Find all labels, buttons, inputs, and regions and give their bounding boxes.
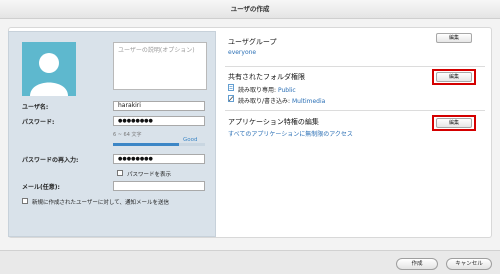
description-placeholder: ユーザーの説明(オプション) <box>118 47 195 54</box>
show-password-checkbox[interactable] <box>117 170 123 176</box>
shared-folders-edit-highlight <box>432 69 476 85</box>
read-only-value[interactable]: Public <box>278 87 296 94</box>
user-group-title: ユーザグループ <box>228 38 277 46</box>
cancel-button[interactable]: キャンセル <box>446 258 492 270</box>
password-confirm-label: パスワードの再入力: <box>22 157 79 164</box>
avatar[interactable] <box>22 42 76 96</box>
password-label: パスワード: <box>22 119 55 126</box>
read-write-row: 読み取り/書き込み: Multimedia <box>238 96 325 105</box>
user-silhouette-icon <box>30 53 68 96</box>
dialog-footer: 作成 キャンセル <box>0 250 500 274</box>
username-input[interactable]: harakiri <box>113 101 205 111</box>
window-titlebar: ユーザの作成 <box>0 0 500 19</box>
read-write-label: 読み取り/書き込み: <box>238 98 291 105</box>
user-group-value[interactable]: everyone <box>228 49 256 56</box>
shared-folders-title: 共有されたフォルダ権限 <box>228 73 305 81</box>
section-divider <box>225 110 485 111</box>
description-input[interactable]: ユーザーの説明(オプション) <box>113 42 207 90</box>
app-privileges-edit-highlight <box>432 115 476 131</box>
username-label: ユーザ名: <box>22 104 49 111</box>
user-group-edit-button[interactable]: 編集 <box>436 33 472 43</box>
read-write-icon <box>228 95 234 102</box>
create-button[interactable]: 作成 <box>396 258 438 270</box>
notify-email-checkbox[interactable] <box>22 198 28 204</box>
read-only-label: 読み取り専用: <box>238 87 277 94</box>
password-strength-bar <box>113 143 205 146</box>
show-password-label: パスワードを表示 <box>127 172 172 178</box>
read-only-row: 読み取り専用: Public <box>238 85 296 94</box>
read-only-icon <box>228 84 234 91</box>
password-input[interactable]: ●●●●●●●● <box>113 116 205 126</box>
password-confirm-input[interactable]: ●●●●●●●● <box>113 154 205 164</box>
password-strength-fill <box>113 143 180 146</box>
email-label: メール(任意): <box>22 184 60 191</box>
email-input[interactable] <box>113 181 205 191</box>
notify-email-label: 新規に作成されたユーザーに対して、通知メールを送信 <box>32 200 169 206</box>
password-hint: 6 ~ 64 文字 <box>113 132 142 138</box>
app-privileges-title: アプリケーション特権の編集 <box>228 118 319 126</box>
window-title: ユーザの作成 <box>230 5 270 13</box>
app-privileges-value[interactable]: すべてのアプリケーションに無制限のアクセス <box>228 129 353 138</box>
section-divider <box>225 66 485 67</box>
read-write-value[interactable]: Multimedia <box>292 98 325 105</box>
